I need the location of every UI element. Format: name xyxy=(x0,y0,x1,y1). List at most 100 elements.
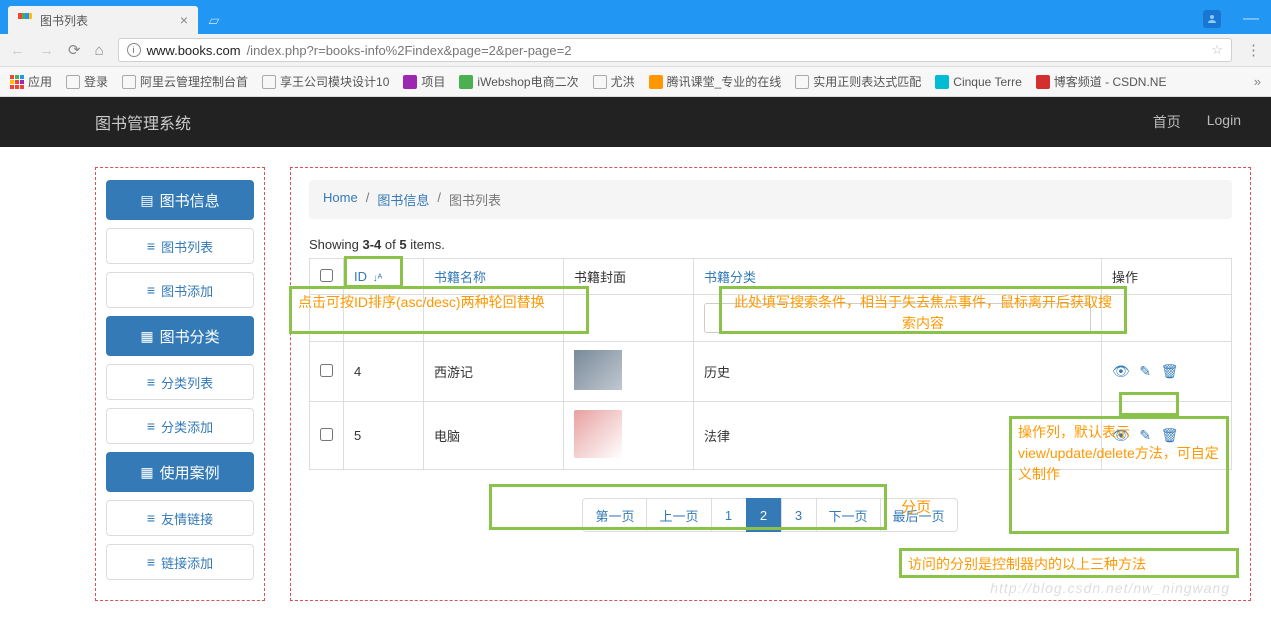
bookmark-item[interactable]: 项目 xyxy=(403,73,445,90)
address-bar-row: ← → ⟳ ⌂ i www.books.com /index.php?r=boo… xyxy=(0,34,1271,67)
calendar-icon: ▦ xyxy=(140,328,153,345)
new-tab-button[interactable]: ▱ xyxy=(204,10,224,30)
nav-home[interactable]: 首页 xyxy=(1153,112,1181,132)
list-icon: ≡ xyxy=(147,282,155,298)
bookmark-item[interactable]: 阿里云管理控制台首 xyxy=(122,73,248,90)
cover-thumb xyxy=(574,410,622,458)
browser-tab[interactable]: 图书列表 × xyxy=(8,6,198,34)
col-name[interactable]: 书籍名称 xyxy=(434,270,486,285)
cell-name: 电脑 xyxy=(424,402,564,470)
bookmark-item[interactable]: 腾讯课堂_专业的在线 xyxy=(649,73,782,90)
sort-icon: ↓ᴬ xyxy=(373,273,383,284)
sidebar-item-book-add[interactable]: ≡图书添加 xyxy=(106,272,254,308)
page-1[interactable]: 1 xyxy=(711,498,747,532)
address-bar[interactable]: i www.books.com /index.php?r=books-info%… xyxy=(118,38,1232,62)
annotation-pager-label: 分页 xyxy=(901,496,931,517)
forward-icon[interactable]: → xyxy=(39,42,54,59)
bookmark-item[interactable]: Cinque Terre xyxy=(935,75,1021,89)
sidebar-item-link-add[interactable]: ≡链接添加 xyxy=(106,544,254,580)
breadcrumb: Home/ 图书信息/ 图书列表 xyxy=(309,180,1232,219)
edit-icon[interactable]: ✎ xyxy=(1139,363,1151,379)
cell-actions: 👁 ✎ 🗑 xyxy=(1102,402,1232,470)
back-icon[interactable]: ← xyxy=(10,42,25,59)
url-host: www.books.com xyxy=(147,43,241,58)
view-icon[interactable]: 👁 xyxy=(1112,427,1130,443)
sidebar-header-category[interactable]: ▦图书分类 xyxy=(106,316,254,356)
favicon xyxy=(18,13,32,27)
close-tab-icon[interactable]: × xyxy=(180,12,188,28)
sidebar-item-links[interactable]: ≡友情链接 xyxy=(106,500,254,536)
grid-summary: Showing 3-4 of 5 items. xyxy=(309,237,1232,252)
cover-thumb xyxy=(574,350,622,390)
breadcrumb-current: 图书列表 xyxy=(449,190,501,209)
page-3[interactable]: 3 xyxy=(781,498,817,532)
bookmark-item[interactable]: 博客频道 - CSDN.NE xyxy=(1036,73,1167,90)
annotation-route: 访问的分别是控制器内的以上三种方法 xyxy=(899,548,1239,578)
bookmark-star-icon[interactable]: ☆ xyxy=(1211,42,1223,58)
cell-cover xyxy=(564,342,694,402)
page-2[interactable]: 2 xyxy=(746,498,782,532)
col-id-sort[interactable]: ID ↓ᴬ xyxy=(354,269,382,284)
breadcrumb-group[interactable]: 图书信息 xyxy=(377,190,429,209)
list-icon: ≡ xyxy=(147,418,155,434)
bookmark-item[interactable]: 享王公司模块设计10 xyxy=(262,73,389,90)
col-category[interactable]: 书籍分类 xyxy=(704,270,756,285)
category-filter-input[interactable] xyxy=(704,303,1091,333)
app-navbar: 图书管理系统 首页 Login xyxy=(0,97,1271,147)
sidebar-header-case[interactable]: ▦使用案例 xyxy=(106,452,254,492)
edit-icon[interactable]: ✎ xyxy=(1139,427,1151,443)
page-prev[interactable]: 上一页 xyxy=(646,498,711,532)
reload-icon[interactable]: ⟳ xyxy=(68,41,81,59)
bookmarks-bar: 应用 登录 阿里云管理控制台首 享王公司模块设计10 项目 iWebshop电商… xyxy=(0,67,1271,97)
url-path: /index.php?r=books-info%2Findex&page=2&p… xyxy=(247,43,572,58)
pagination: 第一页 上一页 1 2 3 下一页 最后一页 xyxy=(309,498,1232,532)
list-icon: ≡ xyxy=(147,554,155,570)
list-icon: ≡ xyxy=(147,510,155,526)
bookmark-item[interactable]: 登录 xyxy=(66,73,108,90)
row-checkbox[interactable] xyxy=(320,428,333,441)
watermark: http://blog.csdn.net/nw_ningwang xyxy=(990,580,1230,596)
bookmark-item[interactable]: 实用正则表达式匹配 xyxy=(795,73,921,90)
list-icon: ≡ xyxy=(147,374,155,390)
site-info-icon[interactable]: i xyxy=(127,43,141,57)
data-grid: ID ↓ᴬ 书籍名称 书籍封面 书籍分类 操作 4 西游记 历史 👁 xyxy=(309,258,1232,470)
cell-id: 4 xyxy=(344,342,424,402)
sidebar-item-book-list[interactable]: ≡图书列表 xyxy=(106,228,254,264)
cell-category: 历史 xyxy=(694,342,1102,402)
sidebar-item-cat-add[interactable]: ≡分类添加 xyxy=(106,408,254,444)
list-icon: ▤ xyxy=(140,192,153,209)
row-checkbox[interactable] xyxy=(320,364,333,377)
table-filter-row xyxy=(310,295,1232,342)
table-header-row: ID ↓ᴬ 书籍名称 书籍封面 书籍分类 操作 xyxy=(310,259,1232,295)
nav-login[interactable]: Login xyxy=(1207,112,1241,132)
col-actions: 操作 xyxy=(1112,270,1138,285)
cell-cover xyxy=(564,402,694,470)
bookmark-item[interactable]: 尤洪 xyxy=(593,73,635,90)
sidebar-header-books[interactable]: ▤图书信息 xyxy=(106,180,254,220)
profile-icon[interactable] xyxy=(1203,10,1221,28)
bookmarks-overflow-icon[interactable]: » xyxy=(1254,74,1261,89)
cell-category: 法律 xyxy=(694,402,1102,470)
view-icon[interactable]: 👁 xyxy=(1112,363,1130,379)
sidebar: ▤图书信息 ≡图书列表 ≡图书添加 ▦图书分类 ≡分类列表 ≡分类添加 ▦使用案… xyxy=(95,167,265,601)
list-icon: ≡ xyxy=(147,238,155,254)
cell-name: 西游记 xyxy=(424,342,564,402)
sidebar-item-cat-list[interactable]: ≡分类列表 xyxy=(106,364,254,400)
calendar-icon: ▦ xyxy=(140,464,153,481)
bookmark-item[interactable]: iWebshop电商二次 xyxy=(459,73,578,90)
page-first[interactable]: 第一页 xyxy=(582,498,647,532)
delete-icon[interactable]: 🗑 xyxy=(1161,427,1179,443)
delete-icon[interactable]: 🗑 xyxy=(1161,363,1179,379)
page-next[interactable]: 下一页 xyxy=(816,498,881,532)
select-all-checkbox[interactable] xyxy=(320,269,333,282)
apps-button[interactable]: 应用 xyxy=(10,73,52,90)
tab-title: 图书列表 xyxy=(40,12,172,29)
col-cover: 书籍封面 xyxy=(574,270,626,285)
cell-actions: 👁 ✎ 🗑 xyxy=(1102,342,1232,402)
window-minimize-icon[interactable]: — xyxy=(1243,10,1259,28)
home-icon[interactable]: ⌂ xyxy=(95,42,104,59)
brand[interactable]: 图书管理系统 xyxy=(95,110,191,134)
menu-icon[interactable]: ⋮ xyxy=(1246,41,1261,59)
table-row: 4 西游记 历史 👁 ✎ 🗑 xyxy=(310,342,1232,402)
breadcrumb-home[interactable]: Home xyxy=(323,190,358,209)
